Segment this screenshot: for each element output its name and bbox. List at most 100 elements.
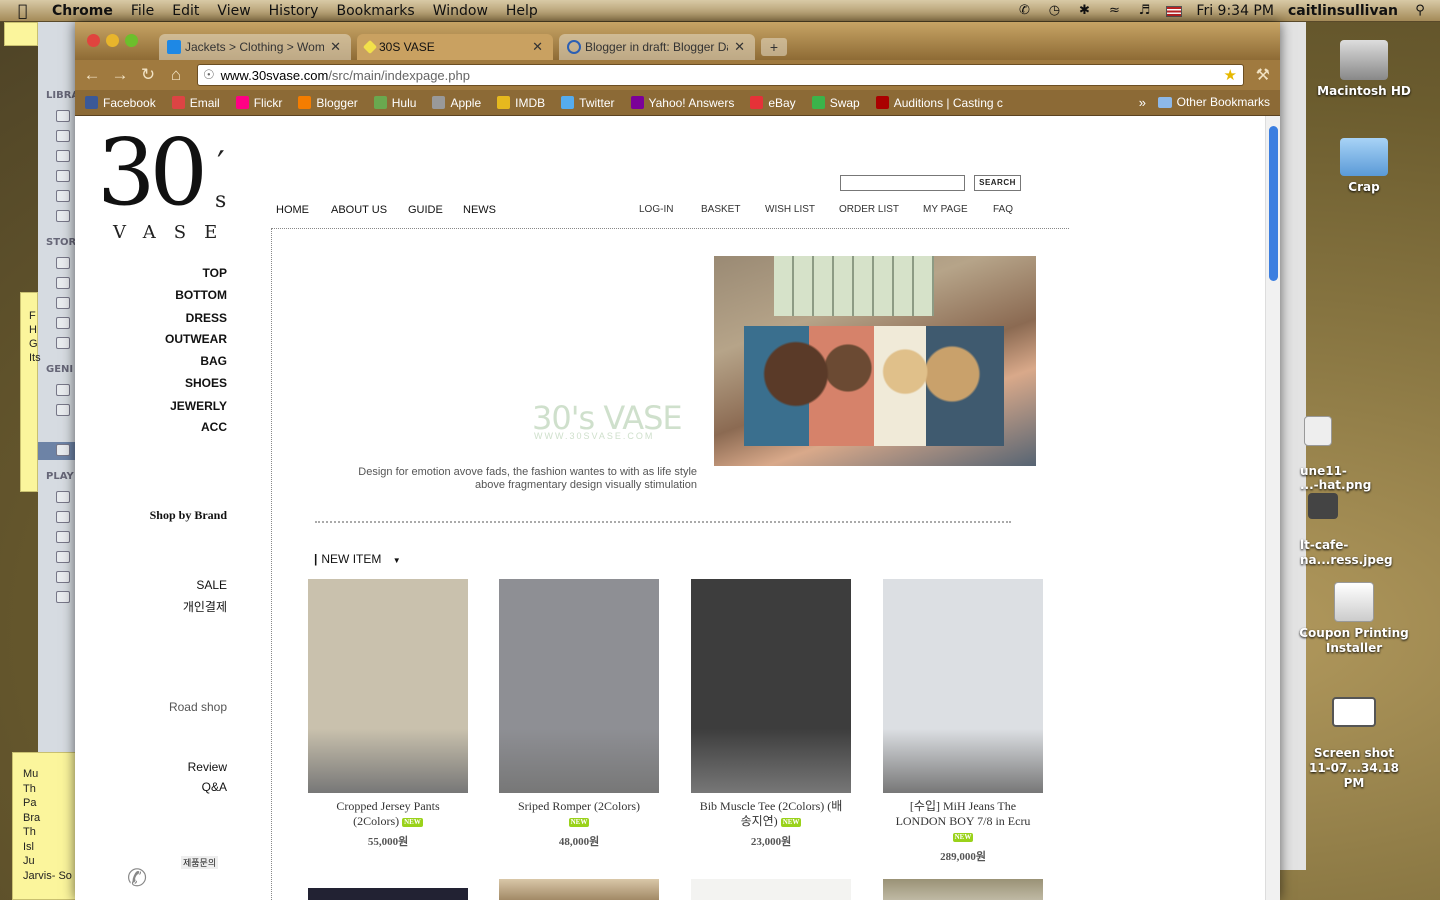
product-card[interactable]: [수입] MiH Jeans The LONDON BOY 7/8 in Ecr… bbox=[883, 579, 1043, 864]
playlist-icon[interactable] bbox=[56, 571, 70, 583]
product-image[interactable] bbox=[691, 579, 851, 793]
qa-link[interactable]: Q&A bbox=[202, 780, 227, 794]
other-bookmarks-folder[interactable]: Other Bookmarks bbox=[1157, 95, 1270, 109]
sale-link[interactable]: SALE bbox=[196, 578, 227, 592]
nav-log-in[interactable]: LOG-IN bbox=[639, 204, 673, 215]
bookmark-blogger[interactable]: Blogger bbox=[298, 96, 358, 110]
playlist-icon[interactable] bbox=[56, 551, 70, 563]
product-name-wrap[interactable]: Bib Muscle Tee (2Colors) (배송지연) NEW bbox=[691, 799, 851, 829]
nav-guide[interactable]: GUIDE bbox=[408, 204, 443, 216]
wrench-menu-icon[interactable]: ⚒ bbox=[1256, 65, 1270, 85]
bookmark-yahoo-answers[interactable]: Yahoo! Answers bbox=[630, 96, 734, 110]
nav-order-list[interactable]: ORDER LIST bbox=[839, 204, 899, 215]
sticky-note-bottom[interactable]: Mu Th Pa Bra Th Isl Ju Jarvis- So bbox=[12, 752, 80, 900]
bookmark-twitter[interactable]: Twitter bbox=[561, 96, 615, 110]
bookmark-flickr[interactable]: Flickr bbox=[235, 96, 282, 110]
menu-help[interactable]: Help bbox=[506, 3, 538, 19]
bookmark-facebook[interactable]: Facebook bbox=[85, 96, 156, 110]
new-tab-button[interactable]: + bbox=[761, 38, 787, 56]
desktop-icon-coupon-installer[interactable]: Coupon Printing Installer bbox=[1299, 582, 1409, 656]
desktop-icon-crap-folder[interactable]: Crap bbox=[1309, 138, 1419, 194]
podcast-icon[interactable] bbox=[56, 170, 70, 182]
tv-icon[interactable] bbox=[56, 150, 70, 162]
more-bookmarks-chevron-icon[interactable]: » bbox=[1139, 95, 1146, 110]
category-outwear[interactable]: OUTWEAR bbox=[165, 332, 227, 346]
category-bottom[interactable]: BOTTOM bbox=[175, 288, 227, 302]
menubar-clock[interactable]: Fri 9:34 PM bbox=[1196, 3, 1274, 19]
close-window-icon[interactable] bbox=[87, 34, 100, 47]
product-image-row2[interactable] bbox=[499, 879, 659, 900]
playlist-icon[interactable] bbox=[56, 531, 70, 543]
product-card[interactable]: Cropped Jersey Pants (2Colors) NEW 55,00… bbox=[308, 579, 468, 849]
product-card[interactable]: Sriped Romper (2Colors) NEW 48,000원 bbox=[499, 579, 659, 849]
product-name-wrap[interactable]: Sriped Romper (2Colors) NEW bbox=[499, 799, 659, 829]
product-image[interactable] bbox=[308, 579, 468, 793]
nav-home[interactable]: HOME bbox=[276, 204, 309, 216]
menu-view[interactable]: View bbox=[217, 3, 250, 19]
tab-30svase[interactable]: 30S VASE ✕ bbox=[357, 34, 553, 60]
category-jewerly[interactable]: JEWERLY bbox=[170, 399, 227, 413]
menubar-user[interactable]: caitlinsullivan bbox=[1288, 3, 1398, 19]
nav-my-page[interactable]: MY PAGE bbox=[923, 204, 968, 215]
product-image[interactable] bbox=[883, 579, 1043, 793]
desktop-icon-screenshot[interactable]: Screen shot 11-07...34.18 PM bbox=[1299, 682, 1409, 791]
desktop-icon-cafe-jpeg[interactable]: lt-cafe- na...ress.jpeg bbox=[1300, 478, 1410, 568]
personal-payment-link[interactable]: 개인결제 bbox=[183, 598, 227, 615]
tab-jackets[interactable]: Jackets > Clothing > Women ✕ bbox=[159, 34, 351, 60]
category-acc[interactable]: ACC bbox=[201, 420, 227, 434]
apps-icon[interactable] bbox=[56, 190, 70, 202]
purchased-ipod-icon[interactable] bbox=[56, 317, 70, 329]
volume-icon[interactable]: ♬ bbox=[1136, 4, 1152, 18]
category-bag[interactable]: BAG bbox=[200, 354, 227, 368]
shop-by-brand[interactable]: Shop by Brand bbox=[150, 508, 227, 523]
menu-edit[interactable]: Edit bbox=[172, 3, 199, 19]
music-icon[interactable] bbox=[56, 110, 70, 122]
product-name-wrap[interactable]: [수입] MiH Jeans The LONDON BOY 7/8 in Ecr… bbox=[883, 799, 1043, 844]
close-tab-icon[interactable]: ✕ bbox=[532, 39, 543, 55]
search-button[interactable]: SEARCH bbox=[974, 175, 1021, 191]
nav-wish-list[interactable]: WISH LIST bbox=[765, 204, 815, 215]
store-icon[interactable] bbox=[56, 257, 70, 269]
desktop-icon-macintosh-hd[interactable]: Macintosh HD bbox=[1309, 40, 1419, 98]
search-input[interactable] bbox=[840, 175, 965, 191]
product-image-row2[interactable] bbox=[883, 879, 1043, 900]
bookmark-apple[interactable]: Apple bbox=[432, 96, 481, 110]
tab-blogger[interactable]: Blogger in draft: Blogger Das ✕ bbox=[559, 34, 755, 60]
site-logo[interactable]: 30 ′ s VASE bbox=[97, 127, 232, 244]
bookmark-swap[interactable]: Swap bbox=[811, 96, 860, 110]
product-image[interactable] bbox=[499, 579, 659, 793]
genius-icon[interactable] bbox=[56, 384, 70, 396]
playlist-icon[interactable] bbox=[56, 491, 70, 503]
ping-icon[interactable] bbox=[56, 277, 70, 289]
forward-arrow-icon[interactable]: → bbox=[109, 65, 131, 85]
radio-icon[interactable] bbox=[56, 210, 70, 222]
wifi-icon[interactable]: ≈ bbox=[1106, 4, 1122, 18]
hero-banner-image[interactable] bbox=[714, 256, 1036, 466]
spotlight-icon[interactable]: ⚲ bbox=[1412, 4, 1428, 18]
downloads-icon[interactable] bbox=[56, 337, 70, 349]
new-item-heading[interactable]: | NEW ITEM ▼ bbox=[314, 552, 401, 566]
close-tab-icon[interactable]: ✕ bbox=[734, 39, 745, 55]
bookmark-auditions[interactable]: Auditions | Casting c bbox=[875, 96, 1008, 110]
product-name-wrap[interactable]: Cropped Jersey Pants (2Colors) NEW bbox=[308, 799, 468, 829]
page-info-icon[interactable]: ☉ bbox=[203, 67, 215, 83]
sticky-note-middle[interactable]: F H G Its bbox=[20, 292, 41, 492]
apple-menu-icon[interactable]:  bbox=[18, 1, 38, 20]
genius-playlist-icon[interactable] bbox=[56, 444, 70, 456]
category-shoes[interactable]: SHOES bbox=[185, 376, 227, 390]
bluetooth-icon[interactable]: ✱ bbox=[1076, 4, 1092, 18]
sticky-note-top[interactable] bbox=[4, 22, 38, 46]
review-link[interactable]: Review bbox=[188, 760, 227, 774]
us-flag-icon[interactable] bbox=[1166, 5, 1183, 17]
nav-news[interactable]: NEWS bbox=[463, 204, 496, 216]
road-shop-link[interactable]: Road shop bbox=[169, 700, 227, 714]
product-image-row2[interactable] bbox=[308, 879, 468, 900]
close-tab-icon[interactable]: ✕ bbox=[330, 39, 341, 55]
menu-bookmarks[interactable]: Bookmarks bbox=[336, 3, 414, 19]
category-top[interactable]: TOP bbox=[203, 266, 227, 280]
scrollbar-thumb[interactable] bbox=[1269, 126, 1278, 281]
category-dress[interactable]: DRESS bbox=[186, 311, 227, 325]
phone-icon[interactable]: ✆ bbox=[1016, 4, 1032, 18]
playlist-icon[interactable] bbox=[56, 511, 70, 523]
bookmark-imdb[interactable]: IMDB bbox=[497, 96, 545, 110]
